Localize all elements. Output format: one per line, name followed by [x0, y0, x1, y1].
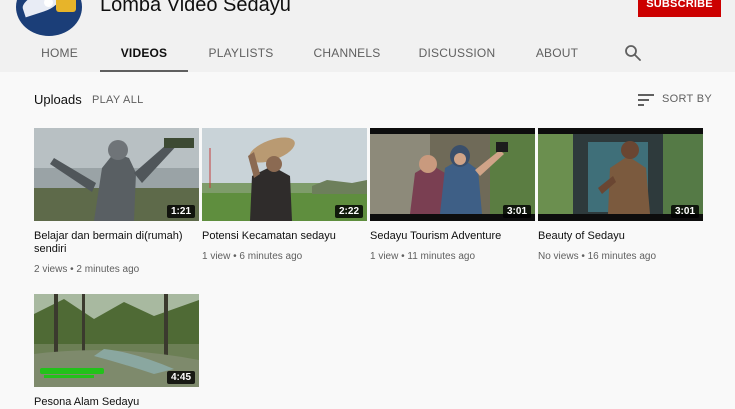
video-thumbnail[interactable]: 1:21 [34, 128, 199, 221]
video-thumbnail[interactable]: 2:22 [202, 128, 367, 221]
video-title[interactable]: Beauty of Sedayu [538, 230, 688, 243]
video-title[interactable]: Belajar dan bermain di(rumah) sendiri [34, 230, 184, 256]
video-title[interactable]: Pesona Alam Sedayu [34, 396, 184, 409]
video-card[interactable]: 4:45 Pesona Alam Sedayu [34, 294, 199, 409]
uploads-section-title[interactable]: Uploads [34, 92, 82, 107]
channel-avatar[interactable] [16, 0, 82, 36]
video-meta: 1 view • 11 minutes ago [370, 251, 476, 262]
video-card[interactable]: 3:01 Beauty of Sedayu No views • 16 minu… [538, 128, 703, 262]
video-thumbnail[interactable]: 3:01 [370, 128, 535, 221]
search-icon[interactable] [624, 44, 642, 62]
video-card[interactable]: 3:01 Sedayu Tourism Adventure 1 view • 1… [370, 128, 535, 262]
video-thumbnail[interactable]: 3:01 [538, 128, 703, 221]
tab-about[interactable]: ABOUT [530, 34, 584, 72]
video-duration: 1:21 [166, 205, 195, 218]
tab-home[interactable]: HOME [34, 34, 85, 72]
sort-by-button[interactable]: SORT BY [662, 93, 712, 105]
video-title[interactable]: Sedayu Tourism Adventure [370, 230, 520, 243]
video-card[interactable]: 1:21 Belajar dan bermain di(rumah) sendi… [34, 128, 199, 275]
video-duration: 3:01 [670, 205, 699, 218]
tab-videos[interactable]: VIDEOS [100, 34, 188, 72]
video-thumbnail[interactable]: 4:45 [34, 294, 199, 387]
tab-playlists[interactable]: PLAYLISTS [206, 34, 276, 72]
video-meta: 1 view • 6 minutes ago [202, 251, 303, 262]
channel-name: Lomba Video Sedayu [100, 0, 291, 16]
avatar-bag-shape [56, 0, 76, 12]
video-duration: 3:01 [502, 205, 531, 218]
play-all-button[interactable]: PLAY ALL [92, 94, 144, 106]
channel-header: Lomba Video Sedayu SUBSCRIBE HOME VIDEOS… [0, 0, 735, 72]
video-meta: 2 views • 2 minutes ago [34, 264, 140, 275]
video-duration: 2:22 [334, 205, 363, 218]
video-title[interactable]: Potensi Kecamatan sedayu [202, 230, 352, 243]
video-duration: 4:45 [166, 371, 195, 384]
video-card[interactable]: 2:22 Potensi Kecamatan sedayu 1 view • 6… [202, 128, 367, 262]
sort-icon[interactable] [638, 93, 654, 107]
channel-tabs: HOME VIDEOS PLAYLISTS CHANNELS DISCUSSIO… [0, 34, 735, 72]
subscribe-button[interactable]: SUBSCRIBE [638, 0, 721, 17]
tab-channels[interactable]: CHANNELS [309, 34, 385, 72]
video-meta: No views • 16 minutes ago [538, 251, 657, 262]
tab-discussion[interactable]: DISCUSSION [417, 34, 497, 72]
